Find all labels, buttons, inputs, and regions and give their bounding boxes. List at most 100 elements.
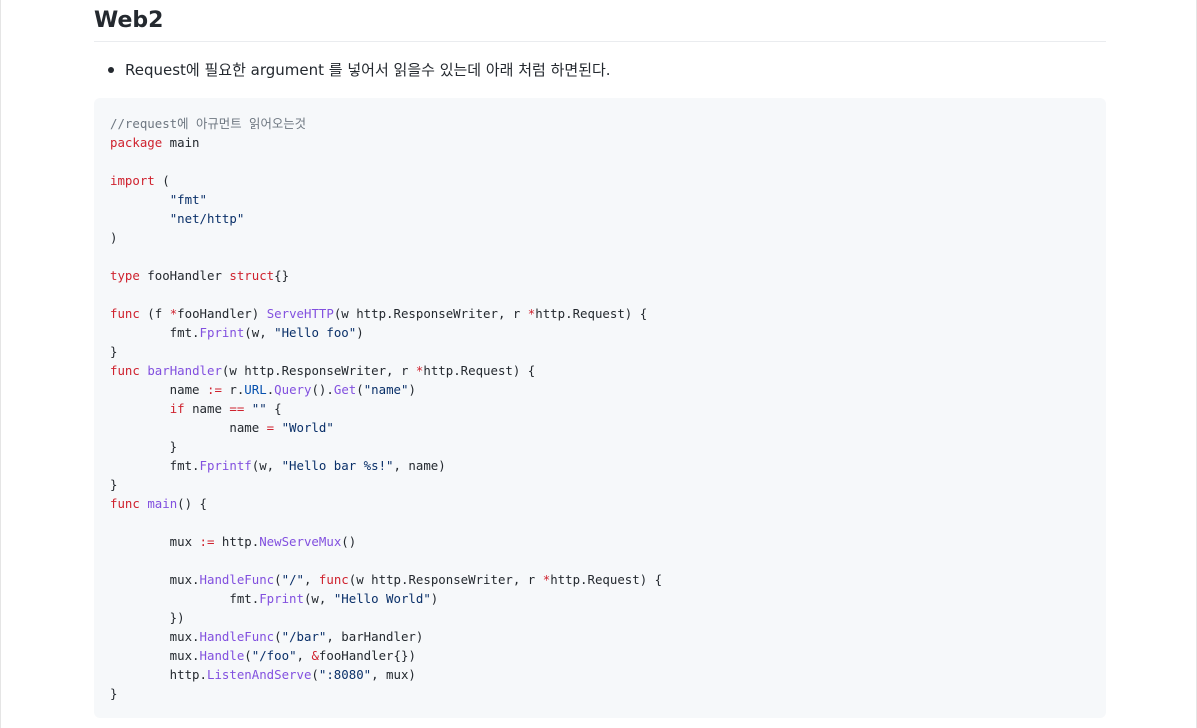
bullet-icon (108, 67, 114, 73)
code-token: ) (430, 591, 439, 606)
code-line: } (110, 684, 1090, 703)
code-token: "net/http" (169, 211, 245, 226)
code-token: Get (333, 382, 357, 397)
code-token: mux. (110, 572, 200, 587)
code-token: HandleFunc (199, 572, 275, 587)
code-token: Fprint (199, 325, 245, 340)
code-token: "name" (363, 382, 409, 397)
code-token: fooHandler{}) (318, 648, 416, 663)
code-token: := (199, 534, 215, 549)
code-token: } (110, 686, 118, 701)
section-heading: Web2 (94, 8, 164, 33)
page-frame: Web2 Request에 필요한 argument 를 넣어서 읽을수 있는데… (0, 0, 1197, 728)
code-line: package main (110, 133, 1090, 152)
code-token: name (110, 382, 207, 397)
code-token: NewServeMux (259, 534, 342, 549)
code-token: "World" (281, 420, 334, 435)
code-token: r. (221, 382, 245, 397)
code-line: } (110, 475, 1090, 494)
code-token: } (110, 477, 118, 492)
code-token: fooHandler (139, 268, 230, 283)
code-line: func barHandler(w http.ResponseWriter, r… (110, 361, 1090, 380)
code-token: "Hello bar %s!" (281, 458, 394, 473)
code-token: == (229, 401, 245, 416)
code-token: mux. (110, 629, 200, 644)
code-token: "Hello World" (333, 591, 431, 606)
code-line: } (110, 342, 1090, 361)
code-token: Fprintf (199, 458, 252, 473)
code-line: mux := http.NewServeMux() (110, 532, 1090, 551)
code-line: name = "World" (110, 418, 1090, 437)
code-token: ( (311, 667, 319, 682)
code-token: http.Request) { (535, 306, 648, 321)
code-token: }) (110, 610, 185, 625)
code-line: "net/http" (110, 209, 1090, 228)
heading-divider (94, 41, 1106, 42)
code-token: //request에 아규먼트 읽어오는것 (110, 116, 307, 131)
code-token: ) (356, 325, 364, 340)
code-token: (). (311, 382, 334, 397)
code-token: (w, (303, 591, 334, 606)
code-token: main (162, 135, 200, 150)
code-token: func (110, 306, 140, 321)
code-token: { (266, 401, 282, 416)
code-token: := (206, 382, 222, 397)
code-token: (w http.ResponseWriter, r (221, 363, 416, 378)
code-token: http. (110, 667, 207, 682)
code-token: http. (214, 534, 260, 549)
code-token: http.Request) { (550, 572, 663, 587)
code-token: package (110, 135, 163, 150)
code-token: {} (274, 268, 290, 283)
code-token: ( (244, 648, 252, 663)
code-token: name (184, 401, 230, 416)
code-token: fooHandler) (177, 306, 267, 321)
code-token: , mux) (371, 667, 416, 682)
code-line: "fmt" (110, 190, 1090, 209)
code-token: , name) (393, 458, 446, 473)
code-token: "/foo" (251, 648, 297, 663)
code-token: mux (110, 534, 200, 549)
code-token: ":8080" (318, 667, 372, 682)
list-item-text: Request에 필요한 argument 를 넣어서 읽을수 있는데 아래 처… (125, 61, 611, 79)
code-token: mux. (110, 648, 200, 663)
code-line: }) (110, 608, 1090, 627)
code-line: mux.Handle("/foo", &fooHandler{}) (110, 646, 1090, 665)
code-line: fmt.Fprint(w, "Hello World") (110, 589, 1090, 608)
code-token: "/" (281, 572, 304, 587)
code-token: ( (356, 382, 364, 397)
code-token: func (110, 496, 140, 511)
code-token: main (147, 496, 178, 511)
code-token: (w, (251, 458, 282, 473)
bullet-list: Request에 필요한 argument 를 넣어서 읽을수 있는데 아래 처… (94, 59, 1106, 81)
code-line: mux.HandleFunc("/", func(w http.Response… (110, 570, 1090, 589)
code-token: if (169, 401, 185, 416)
code-token: import (110, 173, 155, 188)
code-block[interactable]: //request에 아규먼트 읽어오는것 package main import … (94, 98, 1106, 718)
code-token: "fmt" (169, 192, 207, 207)
code-token: , (304, 572, 319, 587)
code-content[interactable]: //request에 아규먼트 읽어오는것 package main import … (110, 114, 1090, 703)
code-token: () (341, 534, 357, 549)
code-line: fmt.Fprintf(w, "Hello bar %s!", name) (110, 456, 1090, 475)
code-token: , barHandler) (326, 629, 424, 644)
code-token: ( (274, 572, 282, 587)
code-token: "Hello foo" (274, 325, 357, 340)
code-line: name := r.URL.Query().Get("name") (110, 380, 1090, 399)
code-token: func (318, 572, 349, 587)
code-token: } (110, 344, 118, 359)
code-token: URL (244, 382, 267, 397)
code-token: } (110, 439, 178, 454)
code-token: Fprint (259, 591, 304, 606)
code-token: HandleFunc (199, 629, 275, 644)
code-token: func (110, 363, 140, 378)
code-token: ( (274, 629, 282, 644)
code-token: "" (251, 401, 267, 416)
code-line: mux.HandleFunc("/bar", barHandler) (110, 627, 1090, 646)
